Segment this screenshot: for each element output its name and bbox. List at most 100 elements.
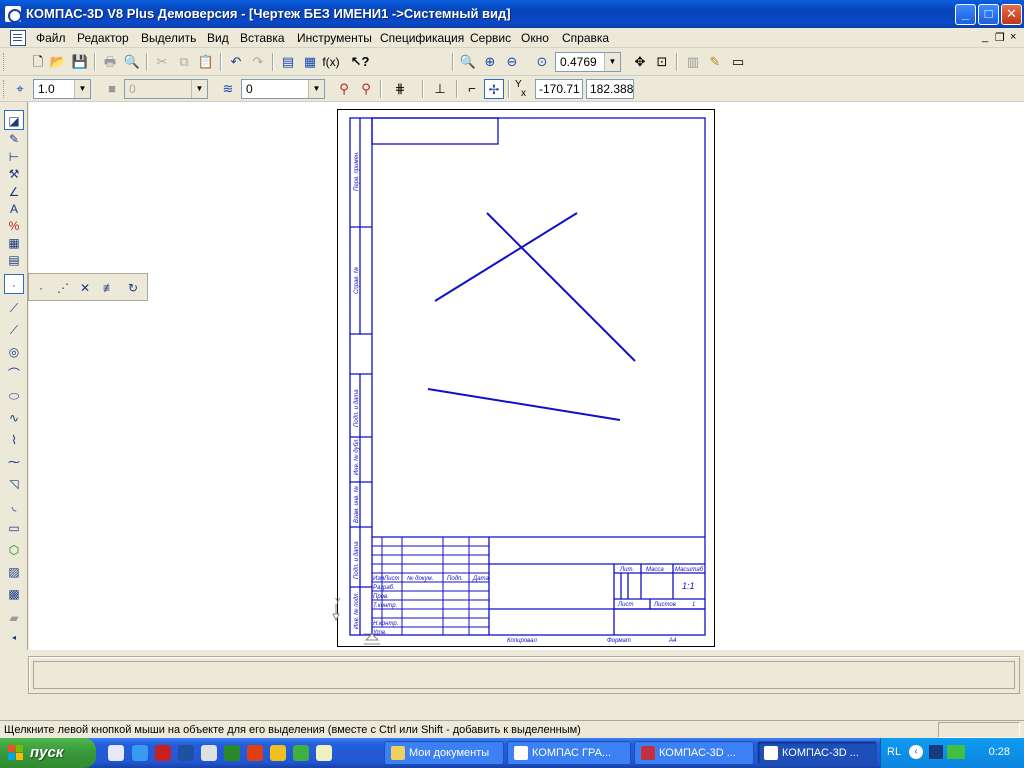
- help-icon[interactable]: ↖?: [350, 52, 370, 72]
- preview-icon[interactable]: 🔍: [122, 52, 142, 72]
- menu-insert[interactable]: Вставка: [240, 31, 285, 45]
- layer-icon[interactable]: ■: [102, 79, 122, 99]
- point-icon[interactable]: ·: [31, 278, 51, 298]
- icq-icon[interactable]: [293, 745, 309, 761]
- clock[interactable]: 0:28: [989, 746, 1010, 758]
- zoom-in-icon[interactable]: 🔍: [458, 52, 478, 72]
- task-kompas-3d-2[interactable]: КОМПАС-3D ...: [757, 741, 877, 765]
- paste-icon[interactable]: 📋: [196, 52, 216, 72]
- brush-icon[interactable]: ✎: [705, 52, 725, 72]
- select-icon[interactable]: ◪: [4, 110, 24, 130]
- hatch-icon[interactable]: ▨: [4, 562, 24, 582]
- task-kompas-gra[interactable]: КОМПАС ГРА...: [507, 741, 631, 765]
- menu-view[interactable]: Вид: [207, 31, 229, 45]
- menu-file[interactable]: Файл: [36, 31, 66, 45]
- mdi-minimize-button[interactable]: _: [982, 31, 988, 43]
- language-indicator[interactable]: RL: [887, 746, 901, 758]
- fill-icon[interactable]: ▩: [4, 584, 24, 604]
- document-menu-icon[interactable]: [10, 30, 26, 46]
- start-button[interactable]: пуск: [0, 738, 96, 768]
- coord-x-field[interactable]: -170.71: [535, 79, 583, 99]
- maximize-button[interactable]: □: [978, 4, 999, 25]
- grid-scale-icon[interactable]: ⌖: [10, 79, 30, 99]
- view-icon[interactable]: ▭: [728, 52, 748, 72]
- local-cs-icon[interactable]: ⊥: [430, 79, 450, 99]
- close-button[interactable]: ✕: [1001, 4, 1022, 25]
- rectangle-icon[interactable]: ▭: [4, 518, 24, 538]
- erase-icon[interactable]: ▰: [4, 608, 24, 628]
- undo-icon[interactable]: ↶: [226, 52, 246, 72]
- circle-icon[interactable]: ◎: [4, 342, 24, 362]
- new-icon[interactable]: 🗋: [28, 52, 48, 72]
- round-coord-icon[interactable]: ✢: [484, 79, 504, 99]
- menu-specification[interactable]: Спецификация: [380, 31, 464, 45]
- copy-icon[interactable]: ⧉: [174, 52, 194, 72]
- menu-editor[interactable]: Редактор: [77, 31, 129, 45]
- minimize-button[interactable]: _: [955, 4, 976, 25]
- intersection-points-icon[interactable]: ✕: [75, 278, 95, 298]
- arc-icon[interactable]: ⌒: [4, 364, 24, 384]
- points-on-curve-icon[interactable]: ⋰: [53, 278, 73, 298]
- spline-icon[interactable]: ∿: [4, 408, 24, 428]
- geometry-icon[interactable]: ✎: [4, 129, 24, 149]
- media-icon[interactable]: [155, 745, 171, 761]
- toolbar-grip[interactable]: [3, 80, 6, 98]
- task-kompas-3d-1[interactable]: КОМПАС-3D ...: [634, 741, 754, 765]
- segment-icon[interactable]: ⟋: [4, 320, 24, 340]
- zoom-all-icon[interactable]: ⊡: [652, 52, 672, 72]
- fillet-icon[interactable]: ◟: [4, 496, 24, 516]
- layer-combo[interactable]: 0 ▼: [124, 79, 208, 99]
- local-snap-icon[interactable]: ⚲: [356, 79, 376, 99]
- polyline-icon[interactable]: ⌇: [4, 430, 24, 450]
- scroll-down-icon[interactable]: ◂: [4, 628, 24, 648]
- ortho-icon[interactable]: ⌐: [462, 79, 482, 99]
- zoom-out-icon[interactable]: ⊖: [502, 52, 522, 72]
- menu-window[interactable]: Окно: [521, 31, 549, 45]
- kompas-app-icon[interactable]: [5, 6, 22, 23]
- chamfer-icon[interactable]: ◹: [4, 474, 24, 494]
- manager-icon[interactable]: ▤: [278, 52, 298, 72]
- style-icon[interactable]: ≋: [218, 79, 238, 99]
- zoom-combo[interactable]: 0.4769 ▼: [555, 52, 621, 72]
- library-icon[interactable]: ▦: [300, 52, 320, 72]
- snap-icon[interactable]: ⚲: [334, 79, 354, 99]
- word-icon[interactable]: [178, 745, 194, 761]
- polygon-icon[interactable]: ⬡: [4, 540, 24, 560]
- grid-icon[interactable]: ⋕: [390, 79, 410, 99]
- auxline-icon[interactable]: ⟋: [4, 298, 24, 318]
- player-icon[interactable]: [270, 745, 286, 761]
- coord-y-field[interactable]: 182.388: [586, 79, 634, 99]
- zoom-window-icon[interactable]: ⊕: [480, 52, 500, 72]
- style-combo[interactable]: 0 ▼: [241, 79, 325, 99]
- mdi-close-button[interactable]: ×: [1010, 31, 1016, 43]
- chevron-down-icon[interactable]: ▼: [604, 53, 620, 71]
- redo-icon[interactable]: ↷: [248, 52, 268, 72]
- tray-chevron-icon[interactable]: ‹: [909, 745, 923, 759]
- app-icon[interactable]: [224, 745, 240, 761]
- zoom-scale-icon[interactable]: ⊙: [532, 52, 552, 72]
- library-manager-icon[interactable]: ▥: [683, 52, 703, 72]
- app2-icon[interactable]: [316, 745, 332, 761]
- chevron-down-icon[interactable]: ▼: [74, 80, 90, 98]
- task-my-documents[interactable]: Мои документы: [384, 741, 504, 765]
- ie-icon[interactable]: [132, 745, 148, 761]
- menu-tools[interactable]: Инструменты: [297, 31, 372, 45]
- chevron-down-icon[interactable]: ▼: [308, 80, 324, 98]
- ellipse-icon[interactable]: ⬭: [4, 386, 24, 406]
- show-desktop-icon[interactable]: [108, 745, 124, 761]
- tray-app-icon[interactable]: [929, 745, 943, 759]
- arc-points-icon[interactable]: ↻: [123, 278, 143, 298]
- specification-icon[interactable]: ▤: [4, 250, 24, 270]
- fx-icon[interactable]: f(x): [321, 52, 341, 72]
- bezier-icon[interactable]: ⁓: [4, 452, 24, 472]
- tray-monitor-icon[interactable]: [947, 745, 965, 759]
- mdi-restore-button[interactable]: ❐: [995, 31, 1005, 44]
- hammer-icon[interactable]: ⚒: [4, 164, 24, 184]
- opera-icon[interactable]: [247, 745, 263, 761]
- explorer-icon[interactable]: [201, 745, 217, 761]
- drawing-sheet[interactable]: Перв. примен. Справ. № Подп. и дата Инв.…: [337, 109, 715, 647]
- save-icon[interactable]: 💾: [70, 52, 90, 72]
- toolbar-grip[interactable]: [3, 53, 6, 71]
- cut-icon[interactable]: ✂: [152, 52, 172, 72]
- menu-help[interactable]: Справка: [562, 31, 609, 45]
